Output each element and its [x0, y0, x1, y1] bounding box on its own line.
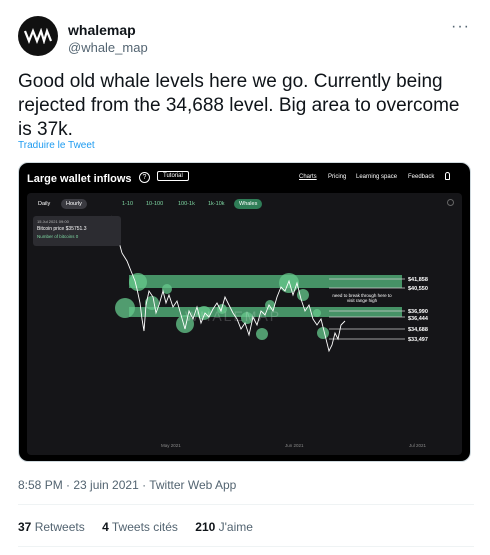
info-icon	[447, 199, 454, 206]
level-label-40550: $40,550	[408, 286, 428, 292]
nav-feedback: Feedback	[408, 174, 435, 180]
chart-watermark: WHALEMAP	[185, 308, 281, 324]
tweet-header: whalemap @whale_map ···	[18, 16, 474, 58]
nav-charts: Charts	[299, 174, 317, 180]
more-options-icon[interactable]: ···	[451, 18, 470, 36]
engagement-stats: 37 Retweets 4 Tweets cités 210 J'aime	[18, 520, 267, 534]
x-label-jun: Jun 2021	[285, 443, 304, 448]
tooltip-btc: Number of bitcoins 0	[37, 234, 79, 239]
likes-label: J'aime	[218, 520, 253, 534]
chart-tooltip: 15 Jul 2021 09:00 Bitcoin price $35751.3…	[33, 216, 121, 246]
x-label-may: May 2021	[161, 443, 181, 448]
x-label-jul: Jul 2021	[409, 443, 427, 448]
tab-daily: Daily	[38, 201, 51, 207]
tab-range-10-100: 10-100	[146, 201, 164, 207]
lightbulb-icon	[445, 172, 450, 180]
divider	[18, 504, 474, 505]
tab-range-100-1k: 100-1k	[178, 201, 195, 207]
quotes-stat[interactable]: 4 Tweets cités	[102, 520, 178, 534]
whalemap-logo-icon	[24, 28, 52, 44]
level-label-33497: $33,497	[408, 337, 428, 343]
level-label-36444: $36,444	[408, 316, 429, 322]
likes-count: 210	[195, 520, 216, 534]
retweets-label: Retweets	[34, 520, 85, 534]
nav-pricing: Pricing	[328, 174, 347, 180]
quotes-count: 4	[102, 520, 109, 534]
tab-range-1-10: 1-10	[122, 201, 134, 207]
tab-range-1k-10k: 1k-10k	[208, 201, 225, 207]
likes-stat[interactable]: 210 J'aime	[195, 520, 253, 534]
tweet-media-image[interactable]: Large wallet inflows ? Tutorial Charts P…	[18, 162, 471, 462]
quotes-label: Tweets cités	[111, 520, 178, 534]
tooltip-price: Bitcoin price $35751.3	[37, 226, 87, 232]
chart-panel: WHALEMAP need to break through here to v…	[27, 193, 462, 455]
translate-link[interactable]: Traduire le Tweet	[18, 140, 95, 151]
author-name[interactable]: whalemap	[68, 22, 136, 38]
help-icon: ?	[139, 172, 150, 183]
avatar[interactable]	[18, 16, 58, 56]
divider	[18, 546, 474, 547]
retweets-stat[interactable]: 37 Retweets	[18, 520, 85, 534]
tab-range-whales: Whales	[234, 199, 263, 209]
level-label-34688: $34,688	[408, 327, 428, 333]
author-handle[interactable]: @whale_map	[68, 40, 148, 55]
media-title: Large wallet inflows	[27, 173, 132, 185]
tweet-text: Good old whale levels here we go. Curren…	[18, 71, 460, 140]
tweet-timestamp[interactable]: 8:58 PM · 23 juin 2021 · Twitter Web App	[18, 478, 236, 492]
chart-annotation-line2: visit range high	[347, 298, 378, 303]
tutorial-button: Tutorial	[157, 171, 189, 181]
retweets-count: 37	[18, 520, 32, 534]
level-label-41858: $41,858	[408, 277, 428, 283]
level-label-36990: $36,990	[408, 309, 428, 315]
tooltip-date: 15 Jul 2021 09:00	[37, 219, 69, 224]
nav-learning-space: Learning space	[356, 174, 398, 180]
tab-hourly: Hourly	[61, 199, 87, 209]
